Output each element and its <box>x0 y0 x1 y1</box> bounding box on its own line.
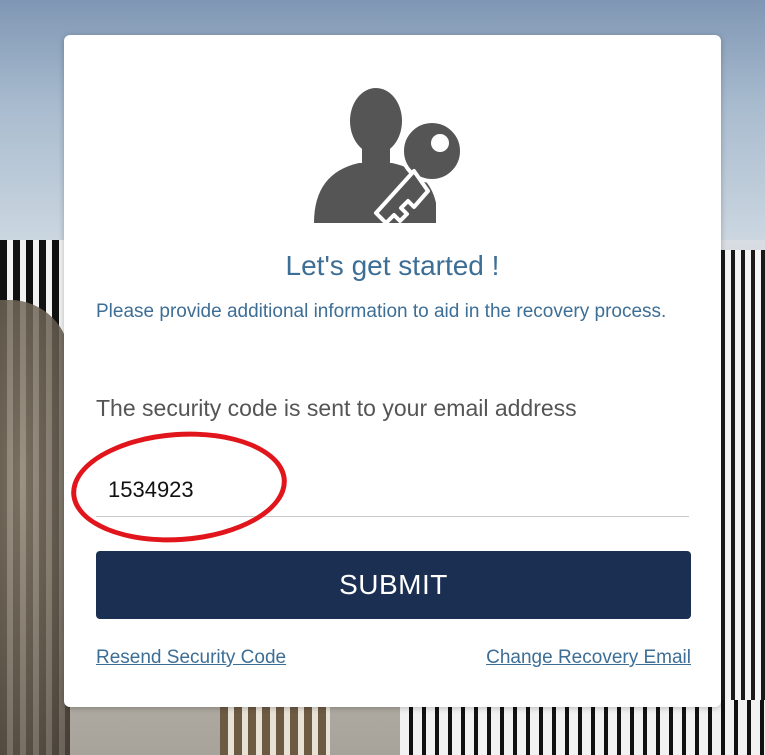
security-code-input[interactable] <box>96 463 689 517</box>
background-building-bottom <box>400 700 765 755</box>
recovery-card: Let's get started ! Please provide addit… <box>64 35 721 707</box>
change-recovery-email-link[interactable]: Change Recovery Email <box>486 647 691 669</box>
background-building-brown <box>220 705 330 755</box>
background-statue <box>0 300 70 755</box>
page-title: Let's get started ! <box>285 250 500 281</box>
resend-security-code-link[interactable]: Resend Security Code <box>96 647 286 669</box>
page-subtitle: Please provide additional information to… <box>96 301 667 322</box>
submit-button[interactable]: SUBMIT <box>96 551 691 619</box>
security-code-instruction: The security code is sent to your email … <box>96 395 577 421</box>
user-key-icon <box>314 88 464 225</box>
